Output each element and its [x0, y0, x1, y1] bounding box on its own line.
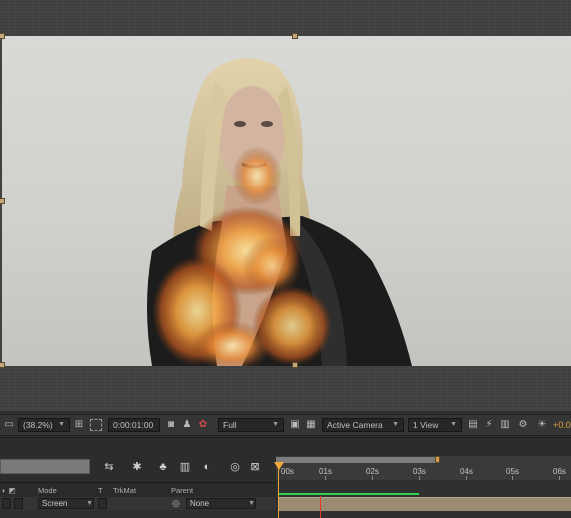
current-time-indicator-line: [278, 462, 279, 518]
camera-dropdown[interactable]: Active Camera ▼: [322, 418, 404, 432]
ruler-tick: [372, 476, 373, 480]
chevron-down-icon: ▼: [58, 421, 65, 428]
ruler-label-06s: 06s: [553, 467, 566, 476]
resolution-value: Full: [223, 420, 237, 430]
ruler-label-05s: 05s: [506, 467, 519, 476]
work-area-end-handle[interactable]: [435, 456, 440, 463]
ruler-tick: [512, 476, 513, 480]
col-trkmat[interactable]: TrkMat: [113, 486, 136, 495]
transform-handle-bottom-center[interactable]: [292, 362, 298, 368]
draft-3d-icon[interactable]: ✱: [128, 459, 146, 475]
layer-search-input[interactable]: [0, 459, 90, 474]
current-time-field[interactable]: 0:00:01:00: [108, 418, 160, 432]
reset-exposure-icon[interactable]: ☀: [535, 418, 549, 432]
current-time-indicator[interactable]: [274, 462, 284, 470]
chevron-down-icon: ▼: [248, 500, 255, 507]
ruler-label-02s: 02s: [366, 467, 379, 476]
preserve-transparency-checkbox[interactable]: [98, 498, 107, 509]
fast-preview-icon[interactable]: ⚡: [482, 418, 496, 432]
ruler-tick: [559, 476, 560, 480]
show-snapshot-icon[interactable]: ♟: [180, 418, 194, 432]
viewer-toolbar: ▭ (38.2%) ▼ ⊞ 0:00:01:00 ◙ ♟ ✿ Full ▼ ▣ ▦ …: [0, 414, 571, 436]
ruler-label-03s: 03s: [413, 467, 426, 476]
layer-checkbox[interactable]: [2, 498, 11, 509]
camera-value: Active Camera: [327, 420, 383, 430]
always-preview-icon[interactable]: ▭: [2, 418, 16, 432]
snapshot-icon[interactable]: ◙: [164, 418, 178, 432]
flowchart-icon[interactable]: ⚙: [516, 418, 530, 432]
hide-shy-layers-icon[interactable]: ♣: [154, 459, 172, 475]
motion-blur-icon[interactable]: ◐: [198, 459, 216, 475]
brainstorm-icon[interactable]: ⊠: [246, 459, 264, 475]
ruler-label-01s: 01s: [319, 467, 332, 476]
chevron-down-icon: ▼: [272, 421, 279, 428]
resolution-dropdown[interactable]: Full ▼: [218, 418, 284, 432]
transform-handle-top-center[interactable]: [292, 33, 298, 39]
chevron-down-icon: ▼: [392, 421, 399, 428]
col-t[interactable]: T: [98, 486, 103, 495]
col-parent[interactable]: Parent: [171, 486, 193, 495]
title-safe-icon[interactable]: ⊞: [72, 418, 86, 432]
render-progress-bar: [279, 493, 419, 495]
layer-column-header: ◐ ◩ Mode T TrkMat Parent: [0, 482, 276, 498]
blend-mode-dropdown[interactable]: Screen ▼: [38, 498, 94, 509]
zoom-dropdown[interactable]: (38.2%) ▼: [18, 418, 70, 432]
timeline-icon[interactable]: ▥: [498, 418, 512, 432]
transparency-grid-icon[interactable]: ▦: [304, 418, 318, 432]
col-mode[interactable]: Mode: [38, 486, 57, 495]
av-switch-icon[interactable]: ◐ ◩: [2, 486, 16, 495]
zoom-value: (38.2%): [23, 420, 53, 430]
view-layout-value: 1 View: [413, 420, 439, 430]
toggle-pixel-aspect-icon[interactable]: ▤: [466, 418, 480, 432]
layer-duration-bar[interactable]: [279, 497, 571, 511]
composition-frame[interactable]: [2, 36, 571, 366]
fast-previews-icon[interactable]: ▣: [288, 418, 302, 432]
composition-image: [147, 58, 412, 366]
timecode-value: 0:00:01:00: [113, 420, 154, 430]
ruler-tick: [466, 476, 467, 480]
ruler-label-04s: 04s: [460, 467, 473, 476]
chevron-down-icon: ▼: [450, 421, 457, 428]
graph-editor-icon[interactable]: ◎: [226, 459, 244, 475]
layer-checkbox[interactable]: [14, 498, 23, 509]
frame-blending-icon[interactable]: ▥: [176, 459, 194, 475]
ruler-tick: [419, 476, 420, 480]
transform-handle-left-center[interactable]: [0, 198, 5, 204]
pickwhip-icon[interactable]: ◎: [172, 498, 180, 509]
region-of-interest-icon[interactable]: [90, 419, 102, 431]
color-channel-icon[interactable]: ✿: [196, 418, 210, 432]
work-area-bar[interactable]: [276, 457, 439, 463]
view-layout-dropdown[interactable]: 1 View ▼: [408, 418, 462, 432]
parent-dropdown[interactable]: None ▼: [186, 498, 256, 509]
blend-mode-value: Screen: [42, 499, 68, 508]
chevron-down-icon: ▼: [86, 500, 93, 507]
exposure-value[interactable]: +0.0: [553, 418, 571, 432]
composition-mini-flowchart-icon[interactable]: ⇆: [100, 459, 118, 475]
parent-value: None: [190, 499, 210, 508]
composition-viewer[interactable]: [0, 0, 571, 411]
transform-handle-bottom-left[interactable]: [0, 362, 5, 368]
marker-line: [320, 496, 321, 518]
transform-handle-top-left[interactable]: [0, 33, 5, 39]
ruler-tick: [325, 476, 326, 480]
